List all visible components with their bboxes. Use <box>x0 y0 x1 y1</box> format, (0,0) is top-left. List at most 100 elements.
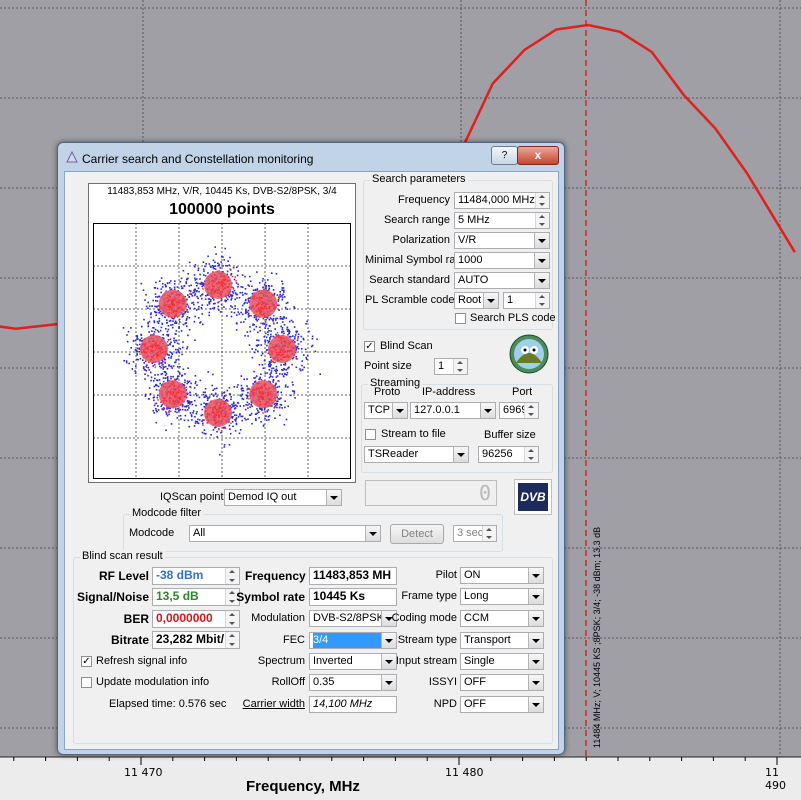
buffer-size-input[interactable]: 96256 <box>478 446 539 463</box>
spectrum-select[interactable]: Inverted <box>309 653 397 670</box>
search-standard-select[interactable]: AUTO <box>454 272 550 289</box>
window-titlebar[interactable]: Carrier search and Constellation monitor… <box>58 143 564 171</box>
stream-target-select[interactable]: TSReader <box>364 446 469 463</box>
symbol-rate-value: 10445 Ks <box>313 589 366 603</box>
modcode-value: All <box>193 527 206 539</box>
stream-type-label: Stream type <box>397 634 457 646</box>
ber-label: BER <box>123 612 149 626</box>
spin-icon[interactable] <box>535 293 549 308</box>
chevron-down-icon[interactable] <box>453 447 468 462</box>
stream-to-file-checkbox[interactable] <box>365 429 376 440</box>
chevron-down-icon[interactable] <box>534 233 549 248</box>
spin-icon[interactable] <box>524 403 538 418</box>
chevron-down-icon[interactable] <box>528 675 543 690</box>
chevron-down-icon[interactable] <box>483 293 498 308</box>
npd-select[interactable]: OFF <box>460 696 544 713</box>
spin-icon[interactable] <box>482 526 496 541</box>
pl-code-value: 1 <box>507 294 514 306</box>
detect-seconds-value: 3 sec <box>457 527 484 539</box>
pl-root-select[interactable]: Root <box>454 292 499 309</box>
frequency-value: 11484,000 MHz <box>458 194 535 206</box>
dvb-logo-text: DVB <box>518 483 548 511</box>
chevron-down-icon[interactable] <box>365 526 380 541</box>
frame-type-label: Frame type <box>401 590 457 602</box>
buffer-size-value: 96256 <box>482 448 513 460</box>
detect-seconds-input[interactable]: 3 sec <box>453 525 497 542</box>
satellite-dish-icon[interactable] <box>507 333 551 375</box>
input-stream-select[interactable]: Single <box>460 653 544 670</box>
marker-label: 11484 MHz; V; 10445 KS ;8PSK; 3/4; -38 d… <box>592 526 602 748</box>
chevron-down-icon[interactable] <box>480 403 495 418</box>
input-stream-label: Input stream <box>395 655 457 667</box>
chevron-down-icon[interactable] <box>534 253 549 268</box>
pl-code-input[interactable]: 1 <box>503 292 550 309</box>
spin-icon[interactable] <box>535 213 549 228</box>
rolloff-select[interactable]: 0.35 <box>309 674 397 691</box>
carrier-search-window: Carrier search and Constellation monitor… <box>57 142 565 755</box>
proto-select[interactable]: TCP <box>364 402 408 419</box>
chevron-down-icon[interactable] <box>528 654 543 669</box>
frequency-label: Frequency <box>398 194 450 206</box>
help-button[interactable]: ? <box>491 146 518 165</box>
search-pls-label: Search PLS code <box>470 312 556 324</box>
blind-scan-label: Blind Scan <box>380 340 433 352</box>
chevron-down-icon[interactable] <box>528 697 543 712</box>
bitrate-value: 23,282 Mbit/ <box>156 632 225 646</box>
update-modulation-checkbox[interactable] <box>81 677 92 688</box>
input-stream-value: Single <box>464 655 495 667</box>
coding-mode-value: CCM <box>464 612 490 624</box>
spectrum-value: Inverted <box>313 655 353 667</box>
pilot-select[interactable]: ON <box>460 567 544 584</box>
search-range-input[interactable]: 5 MHz <box>454 212 550 229</box>
modcode-select[interactable]: All <box>189 525 381 542</box>
point-size-input[interactable]: 1 <box>434 358 468 375</box>
refresh-signal-checkbox[interactable]: ✓ <box>81 656 92 667</box>
chevron-down-icon[interactable] <box>326 490 341 505</box>
constellation-panel: 11483,853 MHz, V/R, 10445 Ks, DVB-S2/8PS… <box>88 183 356 483</box>
modulation-select[interactable]: DVB-S2/8PSK <box>309 610 397 627</box>
readout-digit: 0 <box>478 481 491 505</box>
search-pls-checkbox[interactable] <box>455 313 466 324</box>
group-title: Modcode filter <box>130 507 204 519</box>
app-icon <box>66 151 78 163</box>
x-tick-label: 11 470 <box>124 766 163 779</box>
point-size-value: 1 <box>438 360 445 372</box>
modulation-value: DVB-S2/8PSK <box>313 612 384 624</box>
polarization-select[interactable]: V/R <box>454 232 550 249</box>
constellation-info: 11483,853 MHz, V/R, 10445 Ks, DVB-S2/8PS… <box>107 186 337 197</box>
ber-value-box: 0,0000000 <box>152 610 240 628</box>
fec-select[interactable]: 3/4 <box>309 632 397 649</box>
port-input[interactable]: 6969 <box>499 402 539 419</box>
spin-icon[interactable] <box>524 447 538 462</box>
stream-type-select[interactable]: Transport <box>460 632 544 649</box>
chevron-down-icon[interactable] <box>534 273 549 288</box>
ip-address-select[interactable]: 127.0.0.1 <box>410 402 496 419</box>
bitrate-label: Bitrate <box>110 633 149 647</box>
close-button[interactable]: x <box>517 146 559 165</box>
chevron-down-icon[interactable] <box>528 568 543 583</box>
spin-icon[interactable] <box>535 193 549 208</box>
chevron-down-icon[interactable] <box>528 611 543 626</box>
issyi-select[interactable]: OFF <box>460 674 544 691</box>
frame-type-select[interactable]: Long <box>460 588 544 605</box>
spin-icon[interactable] <box>453 359 467 374</box>
rolloff-value: 0.35 <box>313 676 335 688</box>
coding-mode-select[interactable]: CCM <box>460 610 544 627</box>
constellation-plot <box>93 223 351 479</box>
digital-readout: 0 <box>365 480 497 506</box>
chevron-down-icon[interactable] <box>392 403 407 418</box>
iq-scan-value: Demod IQ out <box>228 491 297 503</box>
group-title: Search parameters <box>370 173 468 185</box>
modcode-label: Modcode <box>129 527 175 539</box>
chevron-down-icon[interactable] <box>528 589 543 604</box>
min-symbol-rate-select[interactable]: 1000 <box>454 252 550 269</box>
frame-type-value: Long <box>464 590 489 602</box>
frequency-input[interactable]: 11484,000 MHz <box>454 192 550 209</box>
spectrum-label: Spectrum <box>257 655 305 667</box>
polarization-label: Polarization <box>392 234 450 246</box>
detect-button[interactable]: Detect <box>390 524 444 544</box>
carrier-width-label[interactable]: Carrier width <box>235 698 305 710</box>
iq-scan-select[interactable]: Demod IQ out <box>224 489 342 506</box>
chevron-down-icon[interactable] <box>528 633 543 648</box>
blind-scan-checkbox[interactable]: ✓ <box>364 341 375 352</box>
